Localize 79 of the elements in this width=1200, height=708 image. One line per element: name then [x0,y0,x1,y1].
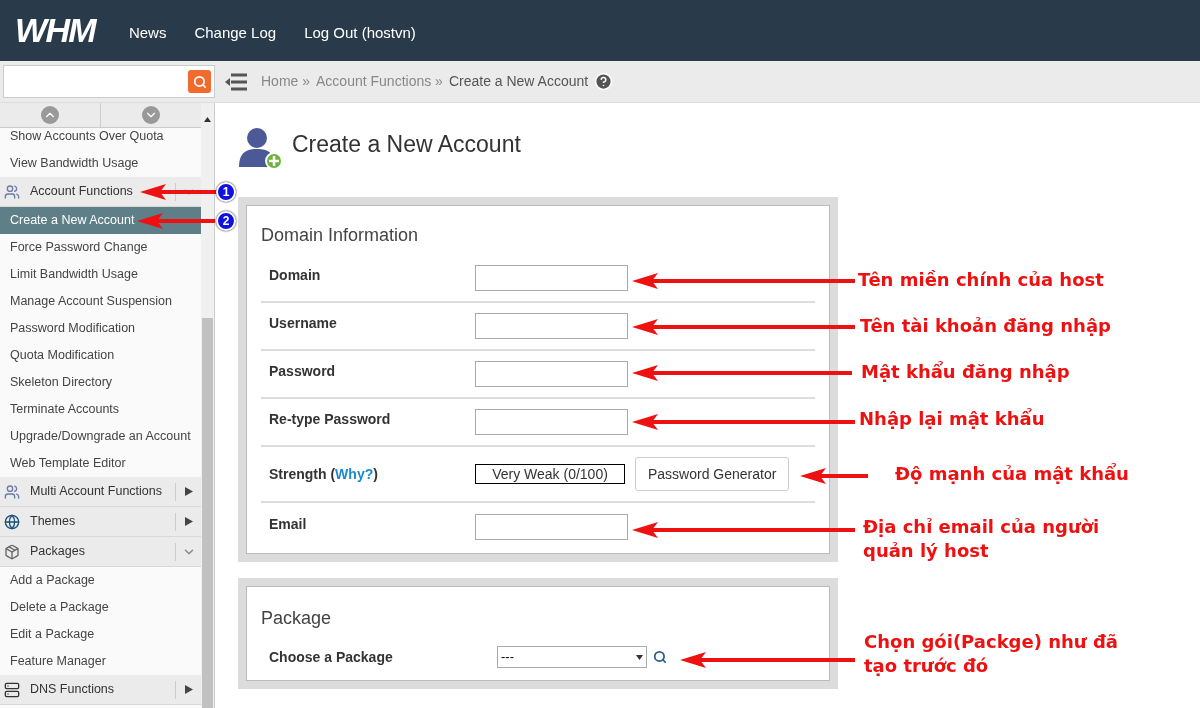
sidebar-link[interactable]: Quota Modification [0,342,202,369]
sidebar-link[interactable]: Terminate Accounts [0,396,202,423]
sidebar-section[interactable]: DNS Functions [0,675,202,705]
scroll-up-arrow-icon [204,117,212,122]
sidebar-section[interactable]: Packages [0,537,202,567]
sidebar-link[interactable]: Create a New Account [0,207,202,234]
search-field[interactable] [3,65,215,98]
text-input[interactable] [475,265,628,291]
sidebar-link[interactable]: Manage Account Suspension [0,288,202,315]
package-select[interactable]: --- [497,646,647,668]
search-icon [192,74,207,89]
annotation-note: Nhập lại mật khẩu [859,407,1045,431]
down-icon [142,106,161,124]
search-button[interactable] [188,70,211,93]
nav-link[interactable]: News [128,22,167,45]
section-label: Multi Account Functions [30,483,163,501]
sidebar-link[interactable]: Web Template Editor [0,450,202,477]
users-icon [4,483,20,500]
field-label: Password [269,361,337,381]
annotation-note: Độ mạnh của mật khẩu [895,462,1129,486]
sidebar-section[interactable]: Multi Account Functions [0,477,202,507]
sidebar-link[interactable]: Feature Manager [0,648,202,675]
password-generator-button[interactable]: Password Generator [635,457,790,491]
sidebar-link[interactable]: Password Modification [0,315,202,342]
section-heading: Domain Information [261,224,420,247]
sidebar-section[interactable]: Account Functions [0,177,202,207]
section-label: DNS Functions [30,681,116,699]
field-label: Strength (Why?) [269,464,379,484]
field-label: Choose a Package [269,647,394,667]
nav-link[interactable]: Log Out (hostvn) [304,22,416,45]
annotation-note: Tên miền chính của host [858,268,1104,292]
text-input[interactable] [475,409,628,435]
globe-icon [4,513,20,530]
arrow [800,468,868,484]
annotation-note: Mật khẩu đăng nhập [861,360,1070,384]
sidebar-link[interactable]: Edit a Package [0,621,202,648]
field-label: Email [269,514,308,534]
why-link[interactable]: Why? [335,465,374,482]
sidebar-link[interactable]: Limit Bandwidth Usage [0,261,202,288]
box-icon [4,543,20,560]
strength-meter: Very Weak (0/100) [475,464,625,484]
section-heading: Package [261,607,333,630]
caret-right-icon [184,517,193,526]
field-label: Re-type Password [269,409,392,429]
logo[interactable]: WHM [15,5,95,56]
section-label: Themes [30,513,77,531]
step-badge: 1 [216,182,236,202]
section-label: Account Functions [30,183,134,201]
breadcrumb-current: Create a New Account [448,72,589,91]
user-add-icon [238,125,284,171]
field-label: Domain [269,265,322,285]
page-title: Create a New Account [292,129,521,159]
annotation-note: Tên tài khoản đăng nhập [860,314,1111,338]
caret-right-icon [184,685,193,694]
search-icon[interactable] [653,650,667,664]
nav-link[interactable]: Change Log [194,22,277,45]
scrollbar[interactable] [201,103,214,708]
text-input[interactable] [475,361,628,387]
section-label: Packages [30,543,86,561]
sidebar-link[interactable]: Upgrade/Downgrade an Account [0,423,202,450]
annotation-note: Chọn gói(Packge) như đã tạo trước đó [864,630,1119,678]
step-badge: 2 [216,211,236,231]
menu-collapse-icon[interactable] [225,72,247,91]
sidebar-section[interactable]: Themes [0,507,202,537]
text-input[interactable] [475,313,628,339]
dropdown-caret-icon [636,654,643,660]
annotation-note: Địa chỉ email của người quản lý host [863,515,1101,563]
sidebar-link[interactable]: Delete a Package [0,594,202,621]
text-input[interactable] [475,514,628,540]
sidebar-link[interactable]: Add a Package [0,567,202,594]
field-label: Username [269,313,338,333]
server-icon [4,681,20,698]
sidebar-link[interactable]: Show Accounts Over Quota [0,128,202,150]
help-icon[interactable] [594,72,614,91]
sidebar-link[interactable]: Skeleton Directory [0,369,202,396]
up-icon [41,106,59,124]
sidebar-link[interactable]: View Bandwidth Usage [0,150,202,177]
caret-right-icon [184,487,193,496]
sidebar-link[interactable]: Force Password Change [0,234,202,261]
